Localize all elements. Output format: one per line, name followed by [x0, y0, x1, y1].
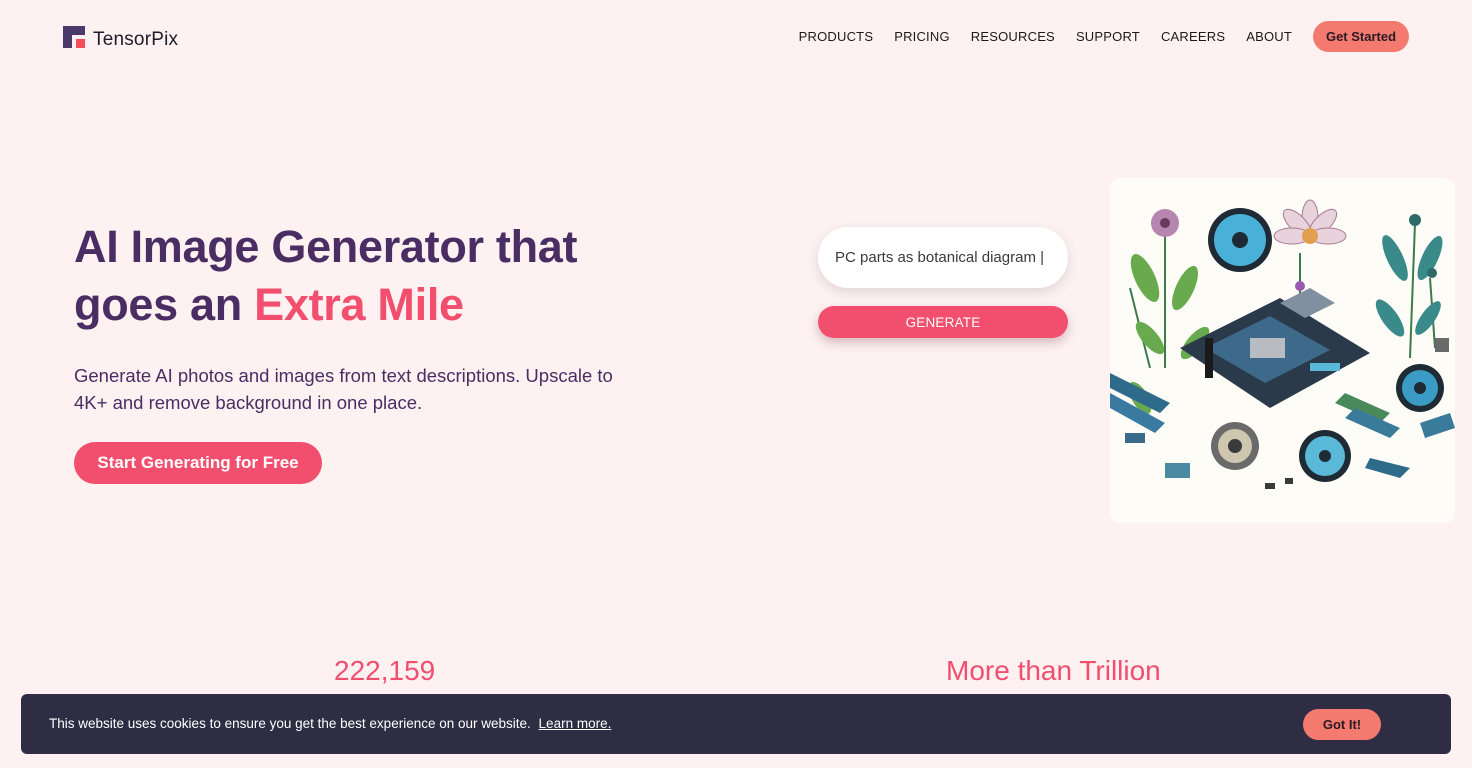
- hero-title-line1: AI Image Generator that: [74, 221, 578, 272]
- hero-title-line2-prefix: goes an: [74, 279, 255, 330]
- hero-subtitle: Generate AI photos and images from text …: [74, 365, 613, 413]
- nav-item-about[interactable]: ABOUT: [1246, 29, 1292, 44]
- nav-item-careers[interactable]: CAREERS: [1161, 29, 1225, 44]
- cookie-text: This website uses cookies to ensure you …: [49, 716, 531, 731]
- hero-title: AI Image Generator that goes an Extra Mi…: [74, 218, 674, 334]
- hero-title-accent: Extra Mile: [254, 279, 464, 330]
- nav-item-resources[interactable]: RESOURCES: [971, 29, 1055, 44]
- stat-images-generated: 222,159: [334, 655, 436, 686]
- learn-more-link[interactable]: Learn more.: [539, 716, 612, 731]
- cookie-message: This website uses cookies to ensure you …: [49, 716, 611, 731]
- got-it-button[interactable]: Got It!: [1303, 709, 1381, 740]
- site-header: TensorPix PRODUCTS PRICING RESOURCES SUP…: [0, 0, 1472, 74]
- illustration-svg: [1110, 199, 1455, 489]
- logo-icon: [63, 26, 85, 48]
- logo[interactable]: TensorPix: [63, 26, 179, 50]
- stat-pixels-processed: More than Trillion: [946, 655, 1161, 686]
- nav-item-support[interactable]: SUPPORT: [1076, 29, 1140, 44]
- get-started-button[interactable]: Get Started: [1313, 21, 1409, 52]
- generate-button[interactable]: GENERATE: [818, 306, 1068, 338]
- pc-parts-botanical-illustration: [1110, 178, 1455, 523]
- cookie-banner: This website uses cookies to ensure you …: [21, 694, 1451, 754]
- logo-text: TensorPix: [93, 29, 179, 50]
- main-nav: PRODUCTS PRICING RESOURCES SUPPORT CAREE…: [799, 29, 1292, 44]
- nav-item-products[interactable]: PRODUCTS: [799, 29, 874, 44]
- start-generating-button[interactable]: Start Generating for Free: [74, 442, 322, 484]
- nav-item-pricing[interactable]: PRICING: [894, 29, 950, 44]
- prompt-input[interactable]: PC parts as botanical diagram |: [818, 227, 1068, 288]
